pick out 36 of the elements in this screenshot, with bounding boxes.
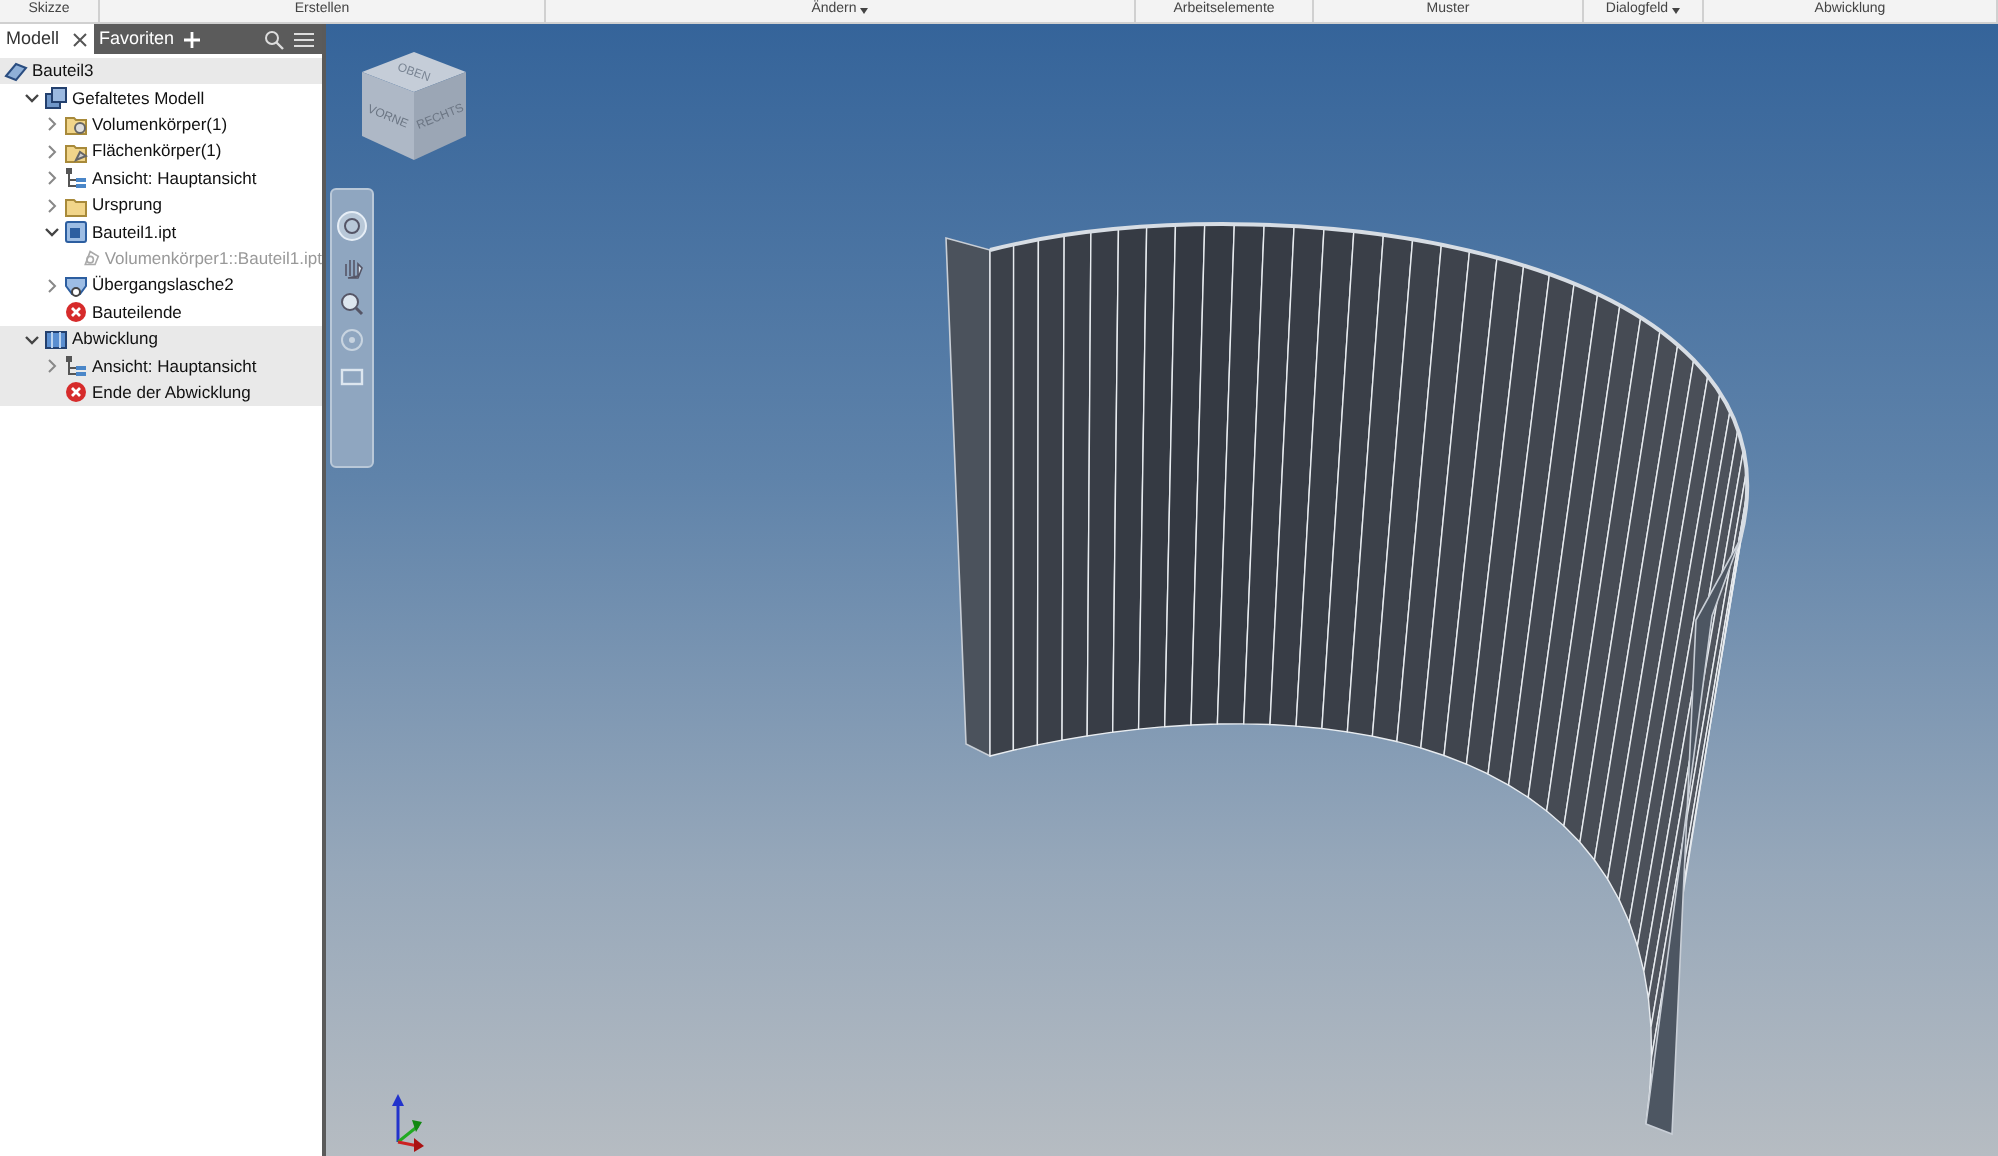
part-icon [4,59,28,84]
stop-icon [64,300,88,325]
zoom-icon[interactable] [340,292,364,316]
chevron-right-icon[interactable] [44,277,60,294]
chevron-right-icon[interactable] [44,357,60,374]
tree-item[interactable]: Abwicklung [0,325,322,353]
hierarchy-icon [64,166,88,191]
flat-pattern-icon [44,327,68,352]
caret-icon [860,7,869,13]
chevron-right-icon[interactable] [44,116,60,133]
close-icon[interactable] [71,31,88,47]
caret-icon [1672,7,1681,13]
chevron-down-icon[interactable] [24,90,40,107]
folder-icon [64,139,88,164]
stacked-cubes-icon [44,86,68,111]
hand-icon[interactable] [340,254,364,280]
flange-icon [64,273,88,298]
part-file-icon [64,220,88,245]
chevron-right-icon[interactable] [44,143,60,160]
chevron-down-icon[interactable] [44,224,60,241]
hierarchy-icon [64,353,88,378]
folder-icon [64,112,88,137]
chevron-right-icon[interactable] [44,170,60,187]
search-icon[interactable] [264,29,284,49]
chevron-down-icon[interactable] [24,331,40,348]
chevron-right-icon[interactable] [44,197,60,214]
tree-item[interactable]: Bauteil3 [0,58,322,85]
panel-tab[interactable]: Modell [0,24,94,54]
folder-icon [64,193,88,218]
tree-item[interactable]: Ansicht: Hauptansicht [0,352,322,380]
stop-icon [64,380,88,405]
tree-item[interactable]: Ende der Abwicklung [0,379,322,407]
body-outline-icon [81,246,101,271]
menu-icon[interactable] [294,31,314,47]
steering-wheel-icon[interactable] [336,210,368,242]
add-tab-icon[interactable] [184,31,201,47]
